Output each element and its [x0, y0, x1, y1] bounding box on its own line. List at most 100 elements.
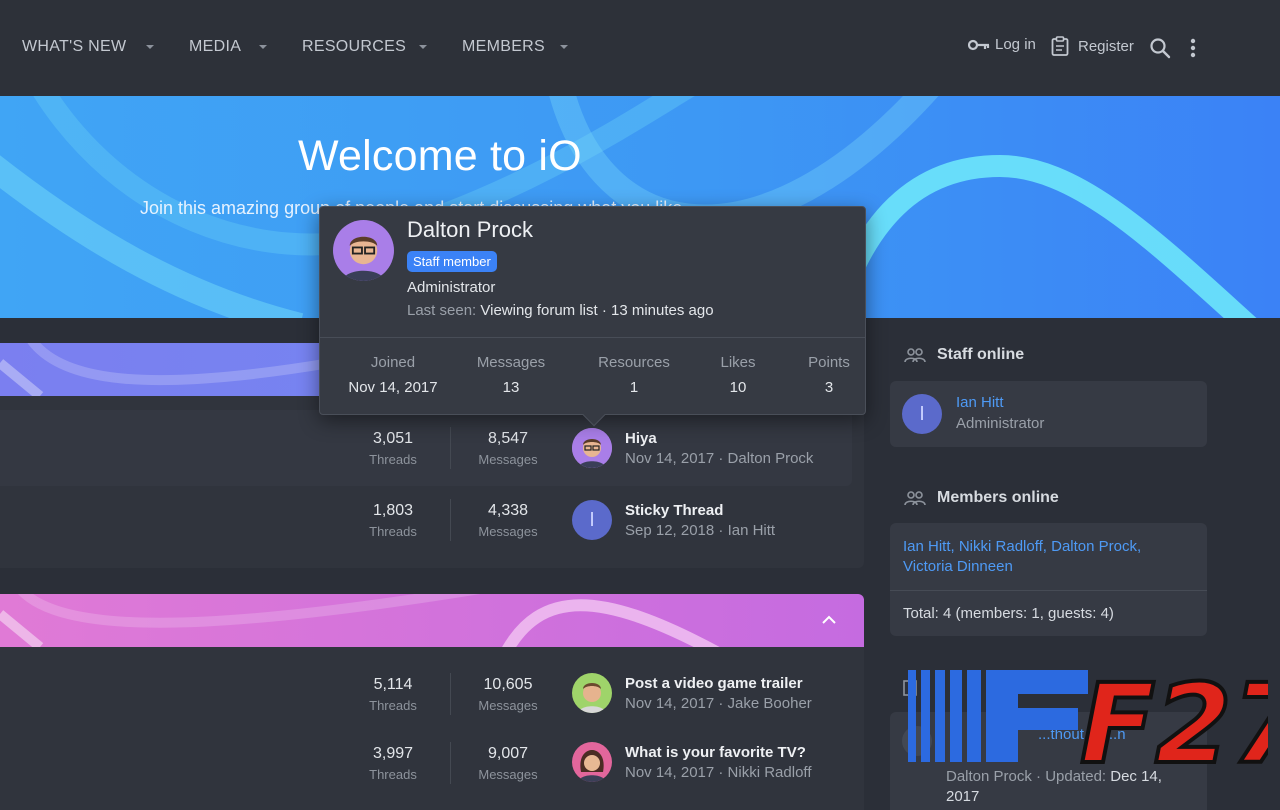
last-post[interactable]: Post a video game trailer Nov 14, 2017 ·…: [625, 675, 812, 712]
threads-label: Threads: [369, 452, 417, 467]
forum-list-block: 3,051 Threads 8,547 Messages Hiya Nov 14…: [0, 396, 864, 568]
messages-count: 9,007 Messages: [463, 745, 553, 782]
last-post[interactable]: Sticky Thread Sep 12, 2018 · Ian Hitt: [625, 502, 775, 539]
login-label: Log in: [995, 36, 1036, 53]
messages-label: Messages: [478, 767, 538, 782]
chevron-down-icon[interactable]: [146, 45, 154, 49]
last-post-title[interactable]: Hiya: [625, 430, 813, 447]
last-post-meta: Nov 14, 2017 · Dalton Prock: [625, 450, 814, 467]
online-members-list[interactable]: Ian Hitt, Nikki Radloff, Dalton Prock, V…: [903, 537, 1193, 577]
threads-label: Threads: [369, 524, 417, 539]
f27-logo: F27: [908, 658, 1280, 790]
stat-points: Points 3: [801, 354, 857, 396]
members-online-heading: Members online: [903, 489, 1059, 507]
nikki-avatar-icon: [572, 742, 612, 782]
forum-row[interactable]: 1,803 Threads 4,338 Messages I Sticky Th…: [0, 486, 864, 562]
stat-label: Joined: [370, 354, 416, 371]
last-seen-label: Last seen:: [407, 302, 477, 319]
avatar[interactable]: [572, 742, 612, 782]
last-post[interactable]: Hiya Nov 14, 2017 · Dalton Prock: [625, 430, 813, 467]
avatar[interactable]: I: [902, 394, 942, 434]
staff-online-title: Staff online: [937, 346, 1025, 363]
avatar[interactable]: I: [572, 500, 612, 540]
stat-resources[interactable]: Resources 1: [588, 354, 680, 396]
chevron-down-icon[interactable]: [560, 45, 568, 49]
dalton-avatar-icon: [333, 220, 394, 281]
stat-label: Messages: [476, 354, 546, 371]
hero-title: Welcome to iO: [298, 132, 582, 180]
chevron-down-icon[interactable]: [259, 45, 267, 49]
last-post-title[interactable]: What is your favorite TV?: [625, 744, 811, 761]
forum-row[interactable]: 3,051 Threads 8,547 Messages Hiya Nov 14…: [0, 410, 852, 486]
register-link[interactable]: Register: [1051, 36, 1134, 56]
stat-likes: Likes 10: [713, 354, 763, 396]
stat-value: 3: [824, 379, 834, 396]
collapse-chevron-icon[interactable]: [821, 615, 837, 625]
last-post-title[interactable]: Sticky Thread: [625, 502, 775, 519]
messages-value: 9,007: [487, 745, 529, 762]
stat-joined: Joined Nov 14, 2017: [333, 354, 453, 396]
messages-value: 4,338: [487, 502, 529, 519]
nav-whats-new-label: WHAT'S NEW: [22, 38, 127, 55]
messages-value: 8,547: [487, 430, 529, 447]
staff-online-heading: Staff online: [903, 346, 1024, 364]
messages-count: 4,338 Messages: [463, 502, 553, 539]
threads-count: 3,997 Threads: [348, 745, 438, 782]
last-post-meta: Nov 14, 2017 · Nikki Radloff: [625, 764, 812, 781]
search-icon: [1150, 38, 1171, 59]
key-icon: [968, 39, 990, 50]
messages-label: Messages: [478, 524, 538, 539]
staff-member-name[interactable]: Ian Hitt: [956, 394, 1004, 411]
nav-resources-label: RESOURCES: [302, 38, 407, 55]
threads-value: 3,051: [372, 430, 414, 447]
messages-count: 10,605 Messages: [463, 676, 553, 713]
chevron-down-icon[interactable]: [419, 45, 427, 49]
last-seen: Last seen: Viewing forum list · 13 minut…: [407, 302, 714, 319]
staff-badge: Staff member: [407, 251, 497, 272]
nav-resources[interactable]: RESOURCES: [302, 38, 427, 56]
stat-messages[interactable]: Messages 13: [467, 354, 555, 396]
member-role: Administrator: [407, 279, 496, 296]
member-avatar[interactable]: [333, 220, 394, 281]
avatar[interactable]: [572, 673, 612, 713]
stat-label: Likes: [720, 354, 756, 371]
messages-value: 10,605: [483, 676, 533, 693]
staff-online-box: I Ian Hitt Administrator: [890, 381, 1207, 447]
search-button[interactable]: [1149, 37, 1171, 59]
nav-members[interactable]: MEMBERS: [462, 38, 568, 56]
last-post-meta: Nov 14, 2017 · Jake Booher: [625, 695, 812, 712]
stat-value: 13: [502, 379, 520, 396]
member-name[interactable]: Dalton Prock: [407, 217, 533, 243]
member-tooltip: Dalton Prock Staff member Administrator …: [319, 206, 866, 427]
forum-row[interactable]: 3,997 Threads 9,007 Messages What is you…: [0, 730, 864, 806]
more-vertical-icon: [1190, 38, 1196, 58]
divider: [450, 499, 451, 541]
login-link[interactable]: Log in: [968, 36, 1036, 53]
top-navigation: WHAT'S NEW MEDIA RESOURCES MEMBERS Log i…: [0, 0, 1280, 96]
last-post-title[interactable]: Post a video game trailer: [625, 675, 812, 692]
divider: [450, 742, 451, 784]
category-header: [0, 594, 864, 647]
divider: [890, 590, 1207, 591]
messages-label: Messages: [478, 698, 538, 713]
avatar[interactable]: [572, 428, 612, 468]
nav-media[interactable]: MEDIA: [189, 38, 267, 56]
forum-row[interactable]: 5,114 Threads 10,605 Messages Post a vid…: [0, 661, 864, 737]
staff-member-role: Administrator: [956, 415, 1045, 432]
divider: [320, 337, 865, 338]
threads-label: Threads: [369, 698, 417, 713]
threads-count: 1,803 Threads: [348, 502, 438, 539]
last-post[interactable]: What is your favorite TV? Nov 14, 2017 ·…: [625, 744, 811, 781]
more-menu-button[interactable]: [1190, 38, 1196, 58]
stat-value: Nov 14, 2017: [348, 379, 438, 396]
nav-whats-new[interactable]: WHAT'S NEW: [22, 38, 154, 56]
category-decoration: [0, 594, 720, 647]
jake-avatar-icon: [572, 673, 612, 713]
nav-members-label: MEMBERS: [462, 38, 545, 55]
members-online-title: Members online: [937, 489, 1059, 506]
divider: [450, 427, 451, 469]
threads-value: 1,803: [372, 502, 414, 519]
users-icon: [904, 491, 926, 506]
clipboard-icon: [1051, 36, 1069, 56]
stat-value: 1: [629, 379, 639, 396]
